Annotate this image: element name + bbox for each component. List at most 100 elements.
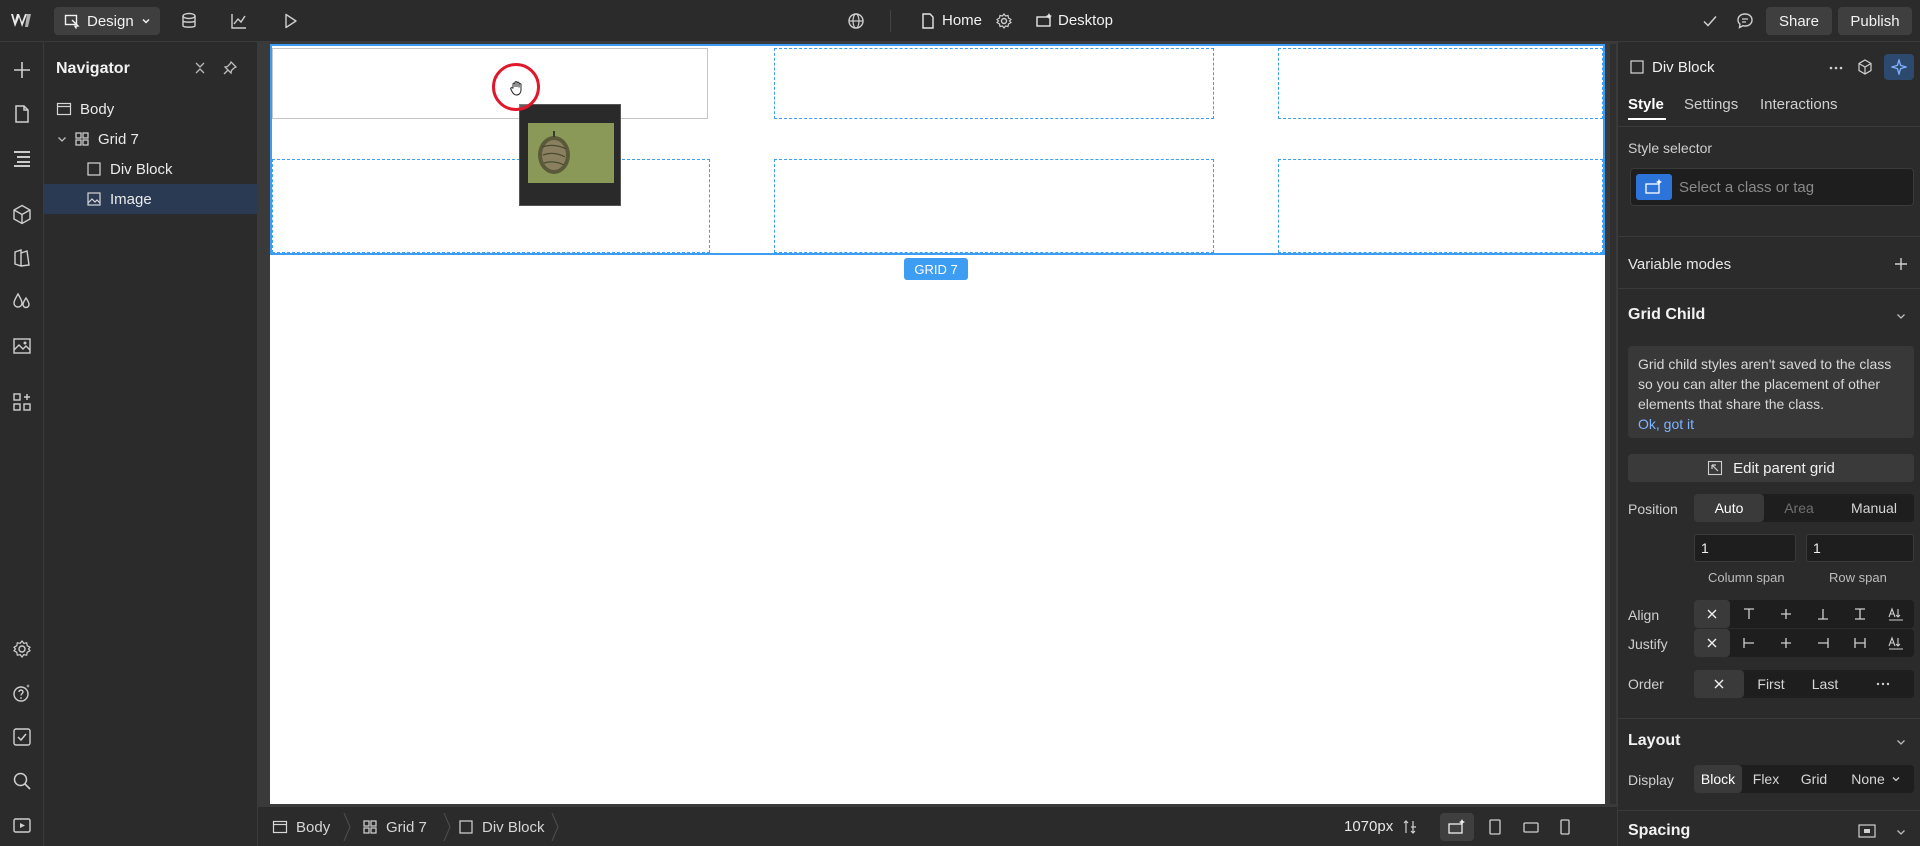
grid-cell-div-block[interactable] bbox=[272, 48, 708, 119]
tab-style[interactable]: Style bbox=[1628, 96, 1664, 113]
globe-icon[interactable] bbox=[846, 11, 866, 31]
breadcrumb-grid-7[interactable]: Grid 7 bbox=[362, 807, 427, 846]
design-canvas[interactable]: GRID 7 bbox=[270, 44, 1605, 804]
align-end-option[interactable] bbox=[1804, 600, 1841, 628]
dragged-image-preview[interactable] bbox=[519, 104, 621, 206]
breadcrumb-body[interactable]: Body bbox=[272, 807, 330, 846]
tablet-breakpoint-button[interactable] bbox=[1478, 813, 1512, 841]
justify-start-option[interactable] bbox=[1730, 629, 1767, 657]
checkmark-icon[interactable] bbox=[1700, 11, 1720, 31]
spacing-title[interactable]: Spacing bbox=[1628, 822, 1690, 840]
assets-image-icon[interactable] bbox=[11, 335, 33, 357]
mobile-landscape-breakpoint-button[interactable] bbox=[1514, 813, 1548, 841]
publish-button[interactable]: Publish bbox=[1838, 7, 1912, 35]
webflow-logo-icon[interactable] bbox=[10, 11, 34, 31]
add-element-plus-icon[interactable] bbox=[11, 59, 33, 81]
desktop-breakpoint-button[interactable] bbox=[1440, 813, 1474, 841]
help-ai-icon[interactable] bbox=[11, 682, 33, 704]
breadcrumb-div-block[interactable]: Div Block bbox=[458, 807, 545, 846]
current-page-name[interactable]: Home bbox=[942, 12, 982, 29]
row-span-label: Row span bbox=[1829, 570, 1887, 585]
align-baseline-option[interactable] bbox=[1878, 600, 1914, 628]
nav-item-body[interactable]: Body bbox=[44, 94, 258, 124]
apps-grid-icon[interactable] bbox=[11, 391, 33, 413]
tab-interactions[interactable]: Interactions bbox=[1760, 96, 1838, 113]
display-grid-option[interactable]: Grid bbox=[1790, 765, 1838, 793]
display-block-option[interactable]: Block bbox=[1694, 765, 1742, 793]
justify-end-option[interactable] bbox=[1804, 629, 1841, 657]
order-last-option[interactable]: Last bbox=[1798, 670, 1852, 698]
align-stretch-option[interactable] bbox=[1841, 600, 1878, 628]
justify-none-option[interactable] bbox=[1694, 629, 1730, 657]
comment-bubble-icon[interactable] bbox=[1735, 11, 1755, 31]
pages-icon[interactable] bbox=[11, 103, 33, 125]
site-settings-gear-icon[interactable] bbox=[11, 638, 33, 660]
grid-cell[interactable] bbox=[1278, 159, 1603, 253]
nav-item-div-block[interactable]: Div Block bbox=[44, 154, 258, 184]
style-selector-input[interactable] bbox=[1679, 169, 1907, 205]
chevron-down-icon[interactable] bbox=[1895, 826, 1907, 838]
justify-center-option[interactable] bbox=[1767, 629, 1804, 657]
mobile-portrait-breakpoint-button[interactable] bbox=[1548, 813, 1582, 841]
align-start-option[interactable] bbox=[1730, 600, 1767, 628]
share-button[interactable]: Share bbox=[1766, 7, 1832, 35]
order-none-option[interactable] bbox=[1694, 670, 1744, 698]
justify-stretch-option[interactable] bbox=[1841, 629, 1878, 657]
chevron-down-icon[interactable] bbox=[1895, 736, 1907, 748]
position-manual-option[interactable]: Manual bbox=[1834, 494, 1914, 522]
more-options-icon[interactable] bbox=[1828, 60, 1844, 76]
panel-divider bbox=[1618, 810, 1920, 811]
design-mode-dropdown[interactable]: Design bbox=[54, 7, 160, 35]
more-options-icon bbox=[1876, 682, 1890, 686]
canvas-width-label[interactable]: 1070px bbox=[1344, 818, 1393, 835]
display-flex-option[interactable]: Flex bbox=[1742, 765, 1790, 793]
position-area-option[interactable]: Area bbox=[1764, 494, 1834, 522]
justify-baseline-option[interactable] bbox=[1878, 629, 1914, 657]
resize-arrows-icon[interactable] bbox=[1402, 819, 1418, 835]
spacing-preset-icon[interactable] bbox=[1858, 824, 1876, 838]
search-icon[interactable] bbox=[11, 770, 33, 792]
video-tutorials-icon[interactable] bbox=[11, 814, 33, 836]
grid-child-title[interactable]: Grid Child bbox=[1628, 306, 1705, 324]
play-preview-icon[interactable] bbox=[280, 11, 300, 31]
canvas-scrollbar[interactable] bbox=[1610, 44, 1616, 804]
page-settings-gear-icon[interactable] bbox=[994, 11, 1014, 31]
align-bottom-icon bbox=[1817, 609, 1828, 620]
layout-title[interactable]: Layout bbox=[1628, 732, 1680, 750]
grid-cell[interactable] bbox=[774, 159, 1214, 253]
components-cube-icon[interactable] bbox=[11, 203, 33, 225]
class-tag-button[interactable] bbox=[1636, 174, 1672, 200]
analytics-chart-icon[interactable] bbox=[229, 11, 249, 31]
grid-7-element[interactable] bbox=[270, 44, 1605, 255]
component-create-icon[interactable] bbox=[1856, 58, 1874, 76]
nav-item-grid-7[interactable]: Grid 7 bbox=[44, 124, 258, 154]
align-none-option[interactable] bbox=[1694, 600, 1730, 628]
tab-settings[interactable]: Settings bbox=[1684, 96, 1738, 113]
align-center-option[interactable] bbox=[1767, 600, 1804, 628]
order-more-option[interactable] bbox=[1852, 670, 1914, 698]
database-icon[interactable] bbox=[179, 11, 199, 31]
audit-checkbox-icon[interactable] bbox=[11, 726, 33, 748]
grid-cell[interactable] bbox=[774, 48, 1214, 119]
grid-cell[interactable] bbox=[1278, 48, 1603, 119]
style-manager-icon[interactable] bbox=[11, 247, 33, 269]
style-selector-field[interactable] bbox=[1630, 168, 1914, 206]
position-auto-option[interactable]: Auto bbox=[1694, 494, 1764, 522]
nav-item-image[interactable]: Image bbox=[44, 184, 258, 214]
collapse-all-icon[interactable] bbox=[192, 60, 208, 76]
add-plus-icon[interactable] bbox=[1893, 256, 1909, 272]
variables-drops-icon[interactable] bbox=[11, 291, 33, 313]
breakpoint-name[interactable]: Desktop bbox=[1058, 12, 1113, 29]
chevron-down-icon[interactable] bbox=[56, 133, 68, 145]
order-first-option[interactable]: First bbox=[1744, 670, 1798, 698]
ok-got-it-link[interactable]: Ok, got it bbox=[1638, 416, 1694, 432]
navigator-layers-icon[interactable] bbox=[11, 147, 33, 169]
chevron-down-icon[interactable] bbox=[1895, 310, 1907, 322]
row-span-input[interactable]: 1 bbox=[1806, 534, 1914, 562]
edit-parent-grid-button[interactable]: Edit parent grid bbox=[1628, 454, 1914, 482]
column-span-input[interactable]: 1 bbox=[1694, 534, 1796, 562]
grid-cell[interactable] bbox=[272, 159, 710, 253]
ai-assistant-button[interactable] bbox=[1884, 54, 1914, 80]
display-none-option[interactable]: None bbox=[1838, 765, 1914, 793]
pin-panel-icon[interactable] bbox=[222, 60, 238, 76]
